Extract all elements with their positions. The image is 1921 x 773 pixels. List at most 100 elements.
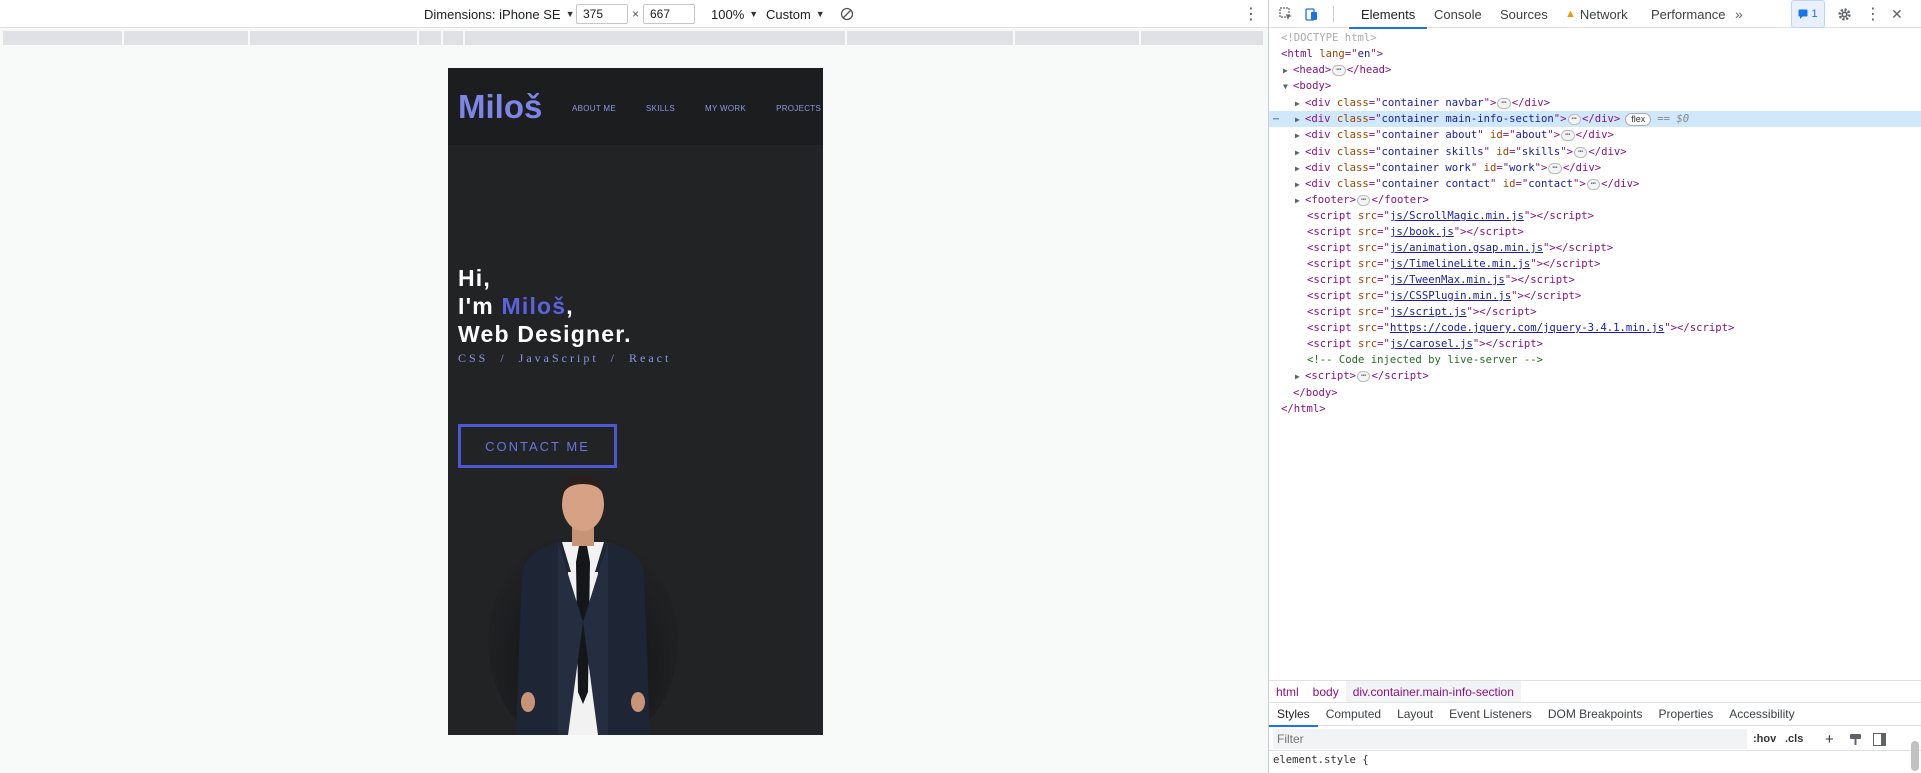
tab-elements[interactable]: Elements bbox=[1349, 0, 1428, 29]
dom-node-script[interactable]: <script src =" js/ScrollMagic.min.js "></sc… bbox=[1269, 208, 1921, 224]
issues-badge[interactable]: 1 bbox=[1791, 0, 1825, 28]
expand-triangle-icon[interactable]: ▶ bbox=[1295, 180, 1305, 189]
styles-filter-input[interactable] bbox=[1273, 729, 1747, 749]
contact-me-button[interactable]: CONTACT ME bbox=[458, 424, 617, 468]
breadcrumb-main-info-section[interactable]: div.container.main-info-section bbox=[1345, 680, 1521, 703]
subtab-properties[interactable]: Properties bbox=[1651, 702, 1722, 726]
live-server-comment: <!-- Code injected by live-server --> bbox=[1307, 354, 1543, 366]
nav-link-projects[interactable]: PROJECTS bbox=[776, 104, 821, 113]
node-actions-icon[interactable]: ⋯ bbox=[1273, 114, 1279, 125]
ruler-segment[interactable] bbox=[124, 31, 248, 45]
height-input[interactable] bbox=[643, 4, 695, 24]
dom-node-head[interactable]: ▶ <head> ⋯ </head> bbox=[1269, 62, 1921, 78]
expand-triangle-icon[interactable]: ▶ bbox=[1295, 196, 1305, 205]
subtab-dom-breakpoints[interactable]: DOM Breakpoints bbox=[1540, 702, 1651, 726]
more-options-icon[interactable]: ⋮ bbox=[1865, 0, 1881, 28]
dom-node-footer[interactable]: ▶ <footer> ⋯ </footer> bbox=[1269, 192, 1921, 208]
sidebar-toggle-icon[interactable] bbox=[1873, 727, 1886, 751]
script-link[interactable]: js/script.js bbox=[1390, 306, 1467, 318]
ruler-segment[interactable] bbox=[3, 31, 122, 45]
ruler-segment[interactable] bbox=[847, 31, 1013, 45]
tab-console[interactable]: Console bbox=[1426, 0, 1490, 28]
ruler-segment[interactable] bbox=[1015, 31, 1139, 45]
device-toggle-icon[interactable] bbox=[1305, 0, 1319, 28]
dom-node-html[interactable]: <html lang =" en "> bbox=[1269, 46, 1921, 62]
dom-node-script[interactable]: <script src =" js/TimelineLite.min.js "></s… bbox=[1269, 256, 1921, 272]
class-toggle[interactable]: .cls bbox=[1785, 727, 1803, 751]
throttle-select[interactable]: Custom ▼ bbox=[766, 0, 825, 28]
script-link[interactable]: js/TweenMax.min.js bbox=[1390, 274, 1505, 286]
dom-node-html-close[interactable]: </html> bbox=[1269, 401, 1921, 417]
more-tabs-icon[interactable]: » bbox=[1735, 0, 1743, 28]
caret-down-icon: ▼ bbox=[565, 9, 575, 19]
expand-triangle-icon[interactable]: ▶ bbox=[1295, 164, 1305, 173]
dom-node-script[interactable]: <script src =" js/script.js "></script> bbox=[1269, 304, 1921, 320]
dom-node-body[interactable]: ▼ <body> bbox=[1269, 78, 1921, 94]
dom-node-navbar[interactable]: ▶ <div class =" container navbar "> ⋯ </div> bbox=[1269, 95, 1921, 111]
inspect-element-icon[interactable] bbox=[1279, 0, 1293, 28]
rotate-icon[interactable] bbox=[840, 0, 854, 28]
script-link[interactable]: js/book.js bbox=[1390, 226, 1454, 238]
tab-sources[interactable]: Sources bbox=[1492, 0, 1556, 28]
breadcrumb-html[interactable]: html bbox=[1269, 681, 1306, 703]
dom-node-script[interactable]: <script src =" js/CSSPlugin.min.js "></scri… bbox=[1269, 288, 1921, 304]
tab-network[interactable]: ▲ Network bbox=[1557, 0, 1636, 28]
caret-down-icon: ▼ bbox=[749, 9, 759, 19]
tab-performance[interactable]: Performance bbox=[1643, 0, 1733, 28]
expand-triangle-icon[interactable]: ▶ bbox=[1295, 99, 1305, 108]
breadcrumb-body[interactable]: body bbox=[1306, 681, 1346, 703]
script-link[interactable]: js/ScrollMagic.min.js bbox=[1390, 210, 1524, 222]
width-input[interactable] bbox=[576, 4, 628, 24]
expand-triangle-icon[interactable]: ▶ bbox=[1295, 131, 1305, 140]
ruler-segment[interactable] bbox=[1141, 31, 1263, 45]
close-icon[interactable]: ✕ bbox=[1891, 0, 1903, 28]
ruler-segment[interactable] bbox=[443, 31, 463, 45]
dom-node-doctype[interactable]: <!DOCTYPE html> bbox=[1269, 30, 1921, 46]
zoom-select[interactable]: 100% ▼ bbox=[711, 0, 758, 28]
add-rule-icon[interactable]: + bbox=[1825, 727, 1834, 751]
dom-node-contact[interactable]: ▶ <div class =" container contact " id =" cont… bbox=[1269, 176, 1921, 192]
dom-node-about[interactable]: ▶ <div class =" container about " id =" about "… bbox=[1269, 127, 1921, 143]
expand-triangle-icon[interactable]: ▶ bbox=[1283, 66, 1293, 75]
more-options-icon[interactable]: ⋮ bbox=[1243, 0, 1259, 28]
element-style-rule[interactable]: element.style { bbox=[1273, 754, 1369, 766]
dom-node-comment[interactable]: <!-- Code injected by live-server --> bbox=[1269, 352, 1921, 368]
subtab-computed[interactable]: Computed bbox=[1318, 702, 1389, 726]
hover-state-toggle[interactable]: :hov bbox=[1753, 727, 1776, 751]
dom-node-script[interactable]: <script src =" js/book.js "></script> bbox=[1269, 224, 1921, 240]
device-select[interactable]: Dimensions: iPhone SE ▼ bbox=[424, 0, 575, 28]
script-link[interactable]: js/CSSPlugin.min.js bbox=[1390, 290, 1511, 302]
ruler-segment[interactable] bbox=[465, 31, 845, 45]
site-logo[interactable]: Miloš bbox=[458, 88, 542, 126]
dom-node-script[interactable]: <script src =" js/carosel.js "></script> bbox=[1269, 336, 1921, 352]
dom-node-script-injected[interactable]: ▶ <script> ⋯ </script> bbox=[1269, 368, 1921, 384]
dom-node-work[interactable]: ▶ <div class =" container work " id =" work "> ⋯… bbox=[1269, 160, 1921, 176]
script-link[interactable]: js/animation.gsap.min.js bbox=[1390, 242, 1543, 254]
paint-icon[interactable] bbox=[1849, 727, 1862, 751]
flex-badge[interactable]: flex bbox=[1625, 112, 1652, 126]
expand-triangle-icon[interactable]: ▶ bbox=[1295, 148, 1305, 157]
dom-node-script[interactable]: <script src =" js/TweenMax.min.js "></scrip… bbox=[1269, 272, 1921, 288]
dom-node-script[interactable]: <script src =" https://code.jquery.com/jqu… bbox=[1269, 320, 1921, 336]
dom-node-body-close[interactable]: </body> bbox=[1269, 385, 1921, 401]
nav-link-skills[interactable]: SKILLS bbox=[646, 104, 675, 113]
subtab-layout[interactable]: Layout bbox=[1389, 702, 1441, 726]
script-link[interactable]: js/carosel.js bbox=[1390, 338, 1473, 350]
script-link[interactable]: js/TimelineLite.min.js bbox=[1390, 258, 1530, 270]
dom-node-main-info-selected[interactable]: ⋯ ▶ <div class =" container main-info-sectio… bbox=[1269, 111, 1921, 127]
expand-triangle-icon[interactable]: ▶ bbox=[1295, 372, 1305, 381]
nav-link-about[interactable]: ABOUT ME bbox=[572, 104, 616, 113]
subtab-event-listeners[interactable]: Event Listeners bbox=[1441, 702, 1540, 726]
subtab-styles[interactable]: Styles bbox=[1269, 702, 1318, 727]
expand-triangle-icon[interactable]: ▶ bbox=[1295, 115, 1305, 124]
ruler-segment[interactable] bbox=[250, 31, 417, 45]
ruler-segment[interactable] bbox=[419, 31, 441, 45]
dom-node-skills[interactable]: ▶ <div class =" container skills " id =" skill… bbox=[1269, 144, 1921, 160]
settings-gear-icon[interactable] bbox=[1837, 0, 1852, 28]
styles-scrollbar[interactable] bbox=[1911, 741, 1919, 771]
dom-node-script[interactable]: <script src =" js/animation.gsap.min.js "><… bbox=[1269, 240, 1921, 256]
subtab-accessibility[interactable]: Accessibility bbox=[1721, 702, 1802, 726]
collapse-triangle-icon[interactable]: ▼ bbox=[1283, 82, 1293, 91]
nav-link-my-work[interactable]: MY WORK bbox=[705, 104, 746, 113]
script-link[interactable]: https://code.jquery.com/jquery-3.4.1.min… bbox=[1390, 322, 1664, 334]
